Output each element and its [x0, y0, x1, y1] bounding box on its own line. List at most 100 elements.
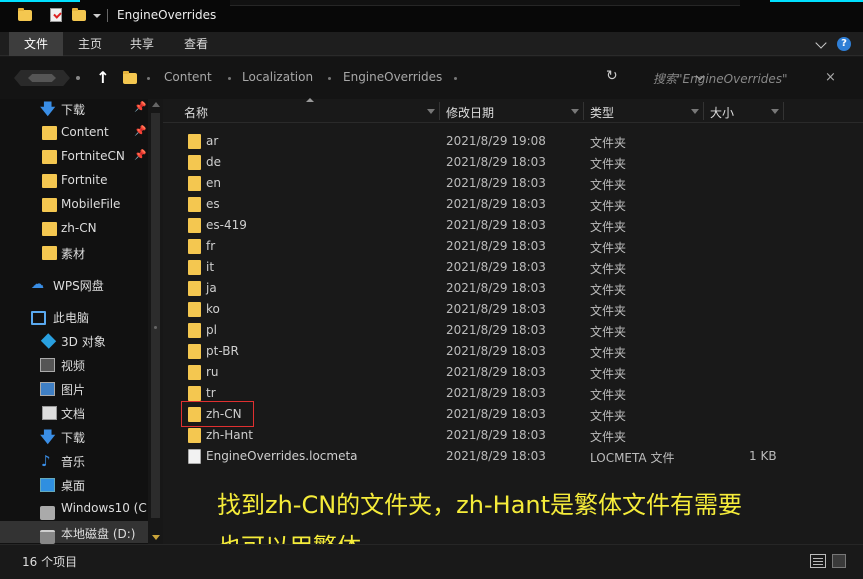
nav-item-documents[interactable]: 文档 [0, 403, 148, 423]
scroll-up-arrow-icon[interactable] [152, 102, 160, 107]
nav-item-content[interactable]: Content 📌 [0, 123, 148, 143]
pin-icon: 📌 [134, 150, 147, 161]
status-bar: 16 个项目 [0, 544, 863, 579]
new-folder-icon[interactable] [72, 8, 86, 22]
large-icons-view-icon[interactable] [832, 554, 846, 568]
column-size[interactable]: 大小 [710, 104, 734, 121]
nav-item-pictures[interactable]: 图片 [0, 379, 148, 399]
file-row-pt-br[interactable]: pt-BR 2021/8/29 18:03 文件夹 [163, 341, 863, 362]
breadcrumb-content[interactable]: Content [164, 70, 212, 84]
folder-icon [42, 174, 57, 188]
column-name[interactable]: 名称 [184, 104, 208, 121]
folder-icon [188, 323, 201, 338]
breadcrumb-localization[interactable]: Localization [242, 70, 313, 84]
tab-home[interactable]: 主页 [66, 32, 114, 56]
file-row-es[interactable]: es 2021/8/29 18:03 文件夹 [163, 194, 863, 215]
file-row-ru[interactable]: ru 2021/8/29 18:03 文件夹 [163, 362, 863, 383]
title-bar: EngineOverrides [0, 0, 863, 32]
help-button[interactable]: ? [837, 37, 851, 51]
nav-item-desktop[interactable]: 桌面 [0, 475, 148, 495]
quick-access-dropdown-icon[interactable] [93, 14, 101, 18]
tab-view[interactable]: 查看 [171, 32, 221, 56]
annotation-line-1: 找到zh-CN的文件夹，zh-Hant是繁体文件有需要 [217, 491, 743, 519]
file-list: 名称 修改日期 类型 大小 ar 2021/8/29 19:08 文件夹 de … [163, 98, 863, 561]
file-row-pl[interactable]: pl 2021/8/29 18:03 文件夹 [163, 320, 863, 341]
nav-item-this-pc[interactable]: 此电脑 [0, 307, 148, 327]
accent-glow-left [0, 0, 80, 2]
tab-file[interactable]: 文件 [9, 32, 63, 56]
nav-item-downloads[interactable]: 🡇 下载 [0, 427, 148, 447]
folder-icon [42, 198, 57, 212]
nav-item-fortnite[interactable]: Fortnite [0, 171, 148, 191]
up-arrow-icon[interactable]: ↑ [95, 69, 111, 87]
file-row-it[interactable]: it 2021/8/29 18:03 文件夹 [163, 257, 863, 278]
item-count: 16 个项目 [22, 555, 78, 569]
scroll-thumb[interactable] [151, 113, 160, 518]
nav-item-drive-c[interactable]: Windows10 (C: [0, 499, 151, 520]
nav-item-mobilefile[interactable]: MobileFile [0, 195, 148, 215]
nav-item-drive-d[interactable]: 本地磁盘 (D:) [0, 523, 148, 544]
nav-item-fortnitecn[interactable]: FortniteCN 📌 [0, 147, 148, 167]
back-forward-nav-icon[interactable] [14, 70, 70, 86]
scroll-down-arrow-icon[interactable] [152, 535, 160, 540]
cloud-icon: ☁ [31, 277, 44, 292]
file-row-zh-hant[interactable]: zh-Hant 2021/8/29 18:03 文件夹 [163, 425, 863, 446]
properties-icon[interactable] [50, 8, 64, 22]
nav-item-music[interactable]: ♪ 音乐 [0, 451, 148, 471]
file-row-fr[interactable]: fr 2021/8/29 18:03 文件夹 [163, 236, 863, 257]
drive-icon [40, 506, 55, 520]
expand-ribbon-chevron-icon[interactable] [815, 37, 827, 49]
folder-icon [188, 155, 201, 170]
column-name-dropdown-icon[interactable] [427, 109, 435, 114]
column-type[interactable]: 类型 [590, 104, 614, 121]
folder-icon [188, 428, 201, 443]
file-row-de[interactable]: de 2021/8/29 18:03 文件夹 [163, 152, 863, 173]
nav-item-wps[interactable]: ☁ WPS网盘 [0, 275, 148, 295]
search-box[interactable]: 搜索"EngineOverrides" × [645, 66, 843, 90]
download-arrow-icon: 🡇 [40, 428, 56, 446]
folder-icon [188, 302, 201, 317]
file-row-ko[interactable]: ko 2021/8/29 18:03 文件夹 [163, 299, 863, 320]
folder-icon [188, 281, 201, 296]
navigation-pane: 🡇 下载 📌 Content 📌 FortniteCN 📌 Fortnite M… [0, 99, 163, 544]
file-row-es-419[interactable]: es-419 2021/8/29 18:03 文件夹 [163, 215, 863, 236]
nav-scrollbar[interactable] [148, 99, 163, 544]
folder-icon [188, 365, 201, 380]
nav-item-zh-cn[interactable]: zh-CN [0, 219, 148, 239]
search-input[interactable]: 搜索"EngineOverrides" [653, 70, 788, 87]
file-row-zh-cn[interactable]: zh-CN 2021/8/29 18:03 文件夹 [163, 404, 863, 425]
file-row-ja[interactable]: ja 2021/8/29 18:03 文件夹 [163, 278, 863, 299]
clear-search-icon[interactable]: × [825, 70, 836, 85]
nav-item-sucai[interactable]: 素材 [0, 243, 148, 263]
folder-icon [42, 126, 57, 140]
window-folder-icon [18, 8, 32, 22]
file-row-engineoverrides-locmeta[interactable]: EngineOverrides.locmeta 2021/8/29 18:03 … [163, 446, 863, 467]
tab-share[interactable]: 共享 [118, 32, 166, 56]
column-modified-dropdown-icon[interactable] [571, 109, 579, 114]
nav-item-3d-objects[interactable]: 3D 对象 [0, 331, 148, 351]
computer-icon [31, 311, 46, 325]
details-view-icon[interactable] [810, 554, 826, 568]
accent-glow-right [770, 0, 863, 2]
folder-icon [188, 218, 201, 233]
breadcrumb-engineoverrides[interactable]: EngineOverrides [343, 70, 442, 84]
column-size-dropdown-icon[interactable] [771, 109, 779, 114]
file-row-en[interactable]: en 2021/8/29 18:03 文件夹 [163, 173, 863, 194]
explorer-window: EngineOverrides 文件 主页 共享 查看 ? ↑ Content … [0, 0, 863, 579]
pin-icon: 📌 [134, 126, 147, 137]
file-row-ar[interactable]: ar 2021/8/29 19:08 文件夹 [163, 131, 863, 152]
folder-icon [188, 134, 201, 149]
folder-icon [42, 222, 57, 236]
folder-icon [42, 246, 57, 260]
music-note-icon: ♪ [41, 452, 51, 470]
folder-icon [188, 386, 201, 401]
file-row-tr[interactable]: tr 2021/8/29 18:03 文件夹 [163, 383, 863, 404]
column-modified[interactable]: 修改日期 [446, 104, 494, 121]
zh-cn-highlight-box [181, 401, 254, 427]
refresh-icon[interactable]: ↻ [606, 68, 618, 84]
address-bar[interactable]: Content Localization EngineOverrides [117, 66, 705, 90]
column-type-dropdown-icon[interactable] [691, 109, 699, 114]
address-folder-icon [123, 71, 137, 84]
nav-item-videos[interactable]: 视频 [0, 355, 148, 375]
nav-item-quick-downloads[interactable]: 🡇 下载 📌 [0, 99, 148, 119]
